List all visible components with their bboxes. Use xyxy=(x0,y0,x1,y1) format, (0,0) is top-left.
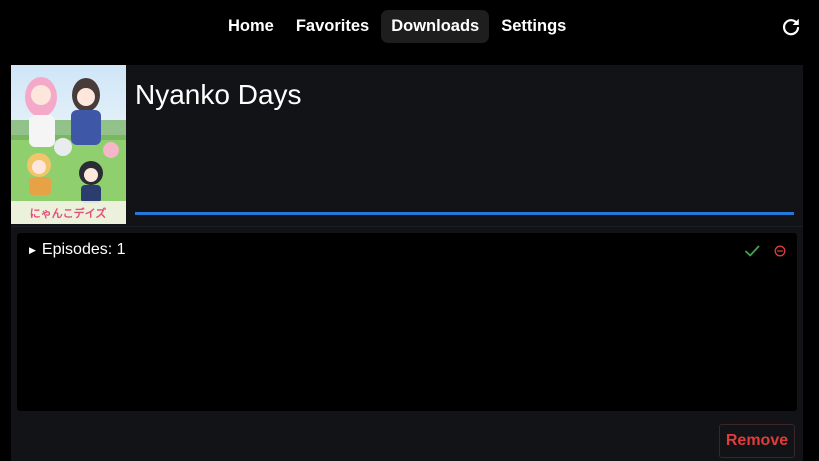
nav-settings[interactable]: Settings xyxy=(491,10,576,43)
episodes-panel: ▶ Episodes: 1 xyxy=(17,233,797,411)
nav-favorites[interactable]: Favorites xyxy=(286,10,379,43)
nav-home[interactable]: Home xyxy=(218,10,284,43)
caret-right-icon: ▶ xyxy=(29,244,36,255)
remove-button[interactable]: Remove xyxy=(719,424,795,458)
episodes-count: Episodes: 1 xyxy=(41,241,126,258)
download-progress-bar xyxy=(135,212,794,215)
anime-poster[interactable]: にゃんこデイズ xyxy=(11,65,126,224)
poster-logo: にゃんこデイズ xyxy=(30,206,107,220)
refresh-icon[interactable] xyxy=(781,17,801,37)
minus-circle-icon[interactable] xyxy=(774,244,786,257)
download-card: にゃんこデイズ Nyanko Days ▶ Episodes: 1 Remove xyxy=(11,65,803,461)
nav-downloads[interactable]: Downloads xyxy=(381,10,490,43)
anime-title: Nyanko Days xyxy=(135,79,302,110)
download-progress-fill xyxy=(135,212,794,215)
top-navigation: Home Favorites Downloads Settings xyxy=(0,0,819,56)
check-icon[interactable] xyxy=(744,243,760,259)
nav-tabs: Home Favorites Downloads Settings xyxy=(218,10,578,43)
divider xyxy=(11,226,803,227)
episodes-toggle[interactable]: ▶ Episodes: 1 xyxy=(29,241,126,259)
